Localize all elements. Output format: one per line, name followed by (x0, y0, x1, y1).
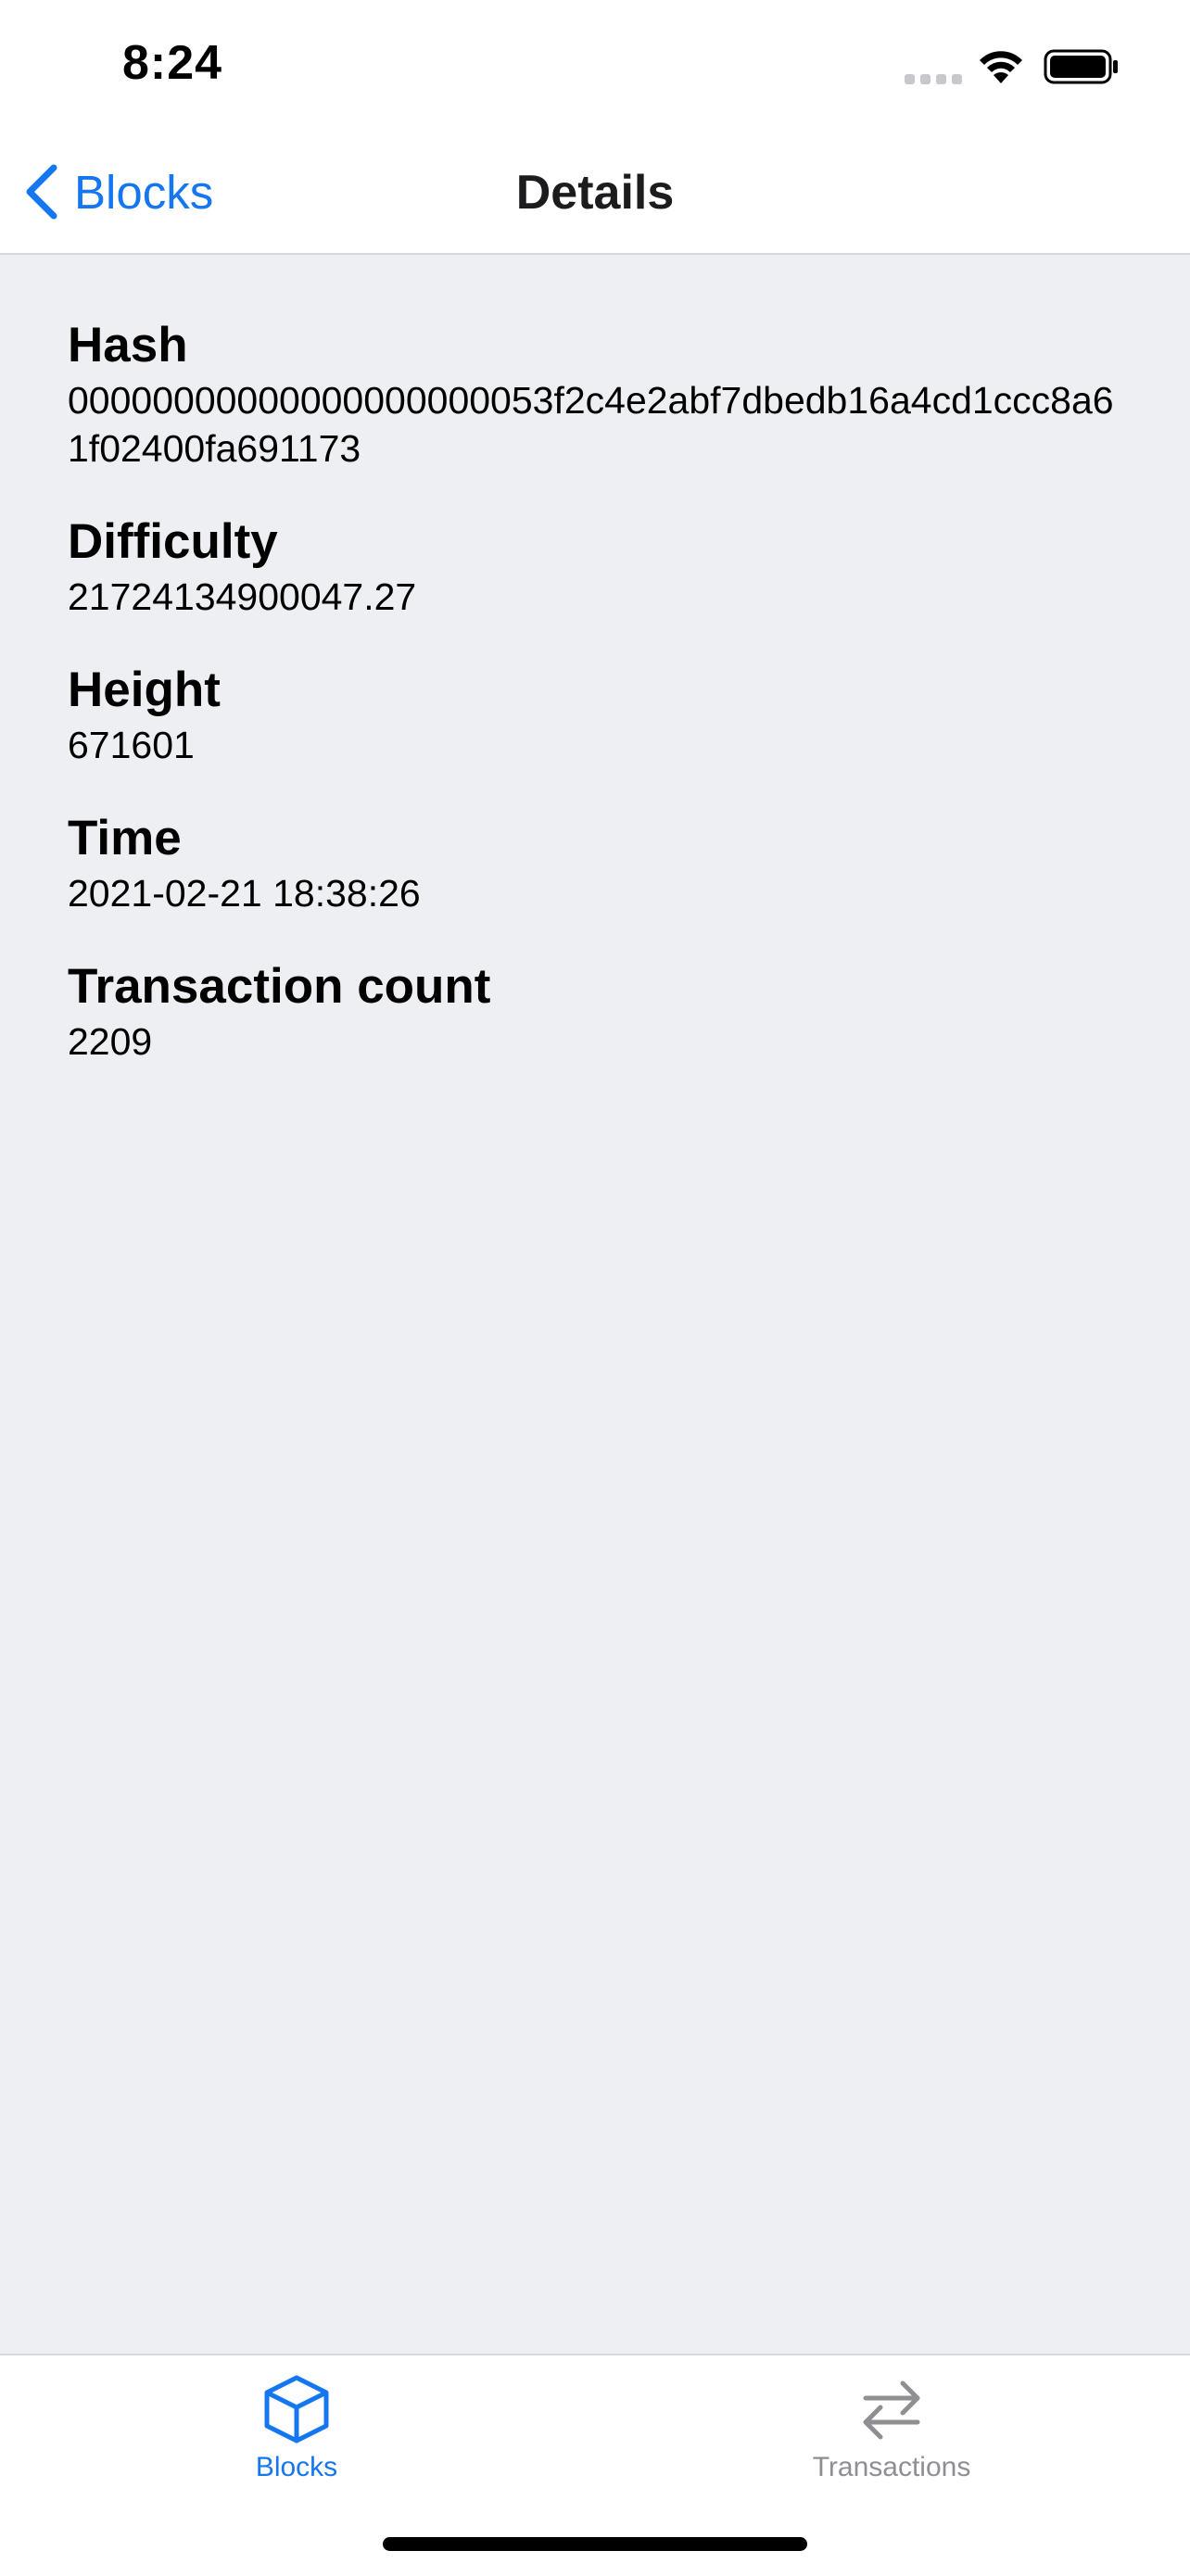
detail-label: Transaction count (68, 959, 491, 1014)
tab-label: Blocks (255, 2452, 338, 2482)
cube-icon (264, 2375, 329, 2443)
detail-difficulty: Difficulty 21724134900047.27 (68, 511, 1124, 621)
status-bar: 8:24 (0, 0, 1190, 126)
detail-label: Time (68, 811, 182, 865)
detail-value: 21724134900047.27 (68, 575, 417, 618)
cellular-signal-icon (905, 74, 962, 84)
tab-label: Transactions (812, 2452, 971, 2482)
navigation-bar: Blocks Details (0, 126, 1190, 255)
detail-value: 671601 (68, 724, 195, 766)
page-title: Details (515, 166, 675, 220)
detail-value: 2209 (68, 1020, 153, 1063)
detail-label: Height (68, 663, 221, 717)
wifi-icon (980, 51, 1022, 83)
detail-transaction-count: Transaction count 2209 (68, 956, 1124, 1066)
detail-label: Hash (68, 318, 188, 373)
detail-hash: Hash 00000000000000000000053f2c4e2abf7db… (68, 315, 1124, 473)
arrows-swap-icon (863, 2380, 920, 2440)
detail-value: 2021-02-21 18:38:26 (68, 872, 421, 915)
block-details: Hash 00000000000000000000053f2c4e2abf7db… (68, 315, 1124, 1105)
home-indicator[interactable] (383, 2537, 807, 2551)
tab-transactions[interactable]: Transactions (753, 2372, 1031, 2483)
detail-label: Difficulty (68, 514, 278, 569)
status-time: 8:24 (122, 36, 223, 90)
detail-height: Height 671601 (68, 660, 1124, 769)
battery-icon (1044, 49, 1118, 84)
detail-value: 00000000000000000000053f2c4e2abf7dbedb16… (68, 379, 1114, 470)
detail-time: Time 2021-02-21 18:38:26 (68, 808, 1124, 917)
tab-blocks[interactable]: Blocks (158, 2372, 436, 2483)
